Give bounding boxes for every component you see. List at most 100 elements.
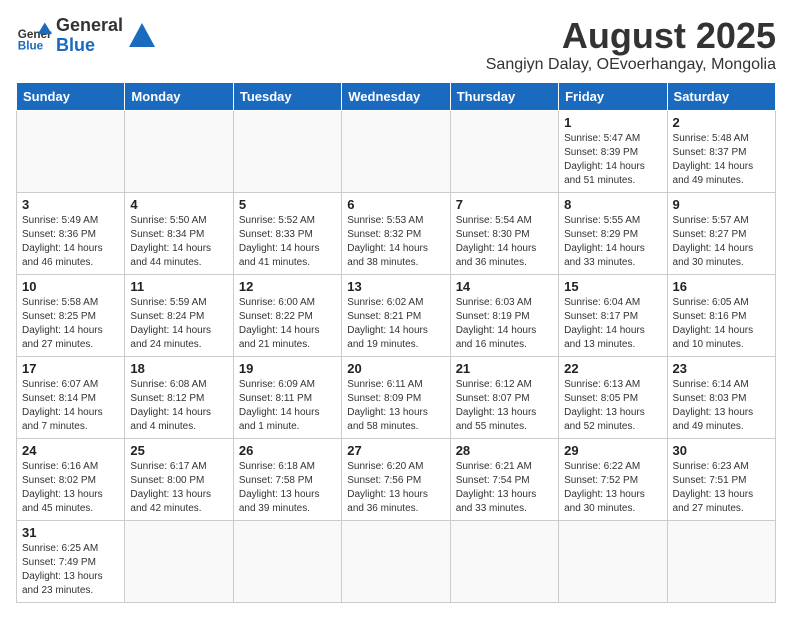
day-info: Sunrise: 6:20 AM Sunset: 7:56 PM Dayligh… [347, 460, 444, 516]
day-number: 31 [22, 525, 119, 540]
day-number: 8 [564, 197, 661, 212]
calendar-cell [667, 520, 775, 602]
day-number: 5 [239, 197, 336, 212]
logo: General Blue General Blue [16, 16, 157, 56]
calendar-cell: 20Sunrise: 6:11 AM Sunset: 8:09 PM Dayli… [342, 356, 450, 438]
day-info: Sunrise: 6:05 AM Sunset: 8:16 PM Dayligh… [673, 296, 770, 352]
day-info: Sunrise: 5:57 AM Sunset: 8:27 PM Dayligh… [673, 214, 770, 270]
week-row-4: 17Sunrise: 6:07 AM Sunset: 8:14 PM Dayli… [17, 356, 776, 438]
day-info: Sunrise: 6:21 AM Sunset: 7:54 PM Dayligh… [456, 460, 553, 516]
calendar-cell [450, 110, 558, 192]
day-number: 14 [456, 279, 553, 294]
calendar-cell: 6 Sunrise: 5:53 AM Sunset: 8:32 PM Daylig… [342, 192, 450, 274]
calendar-cell: 28 Sunrise: 6:21 AM Sunset: 7:54 PM Dayli… [450, 438, 558, 520]
day-number: 29 [564, 443, 661, 458]
calendar-cell: 10Sunrise: 5:58 AM Sunset: 8:25 PM Dayli… [17, 274, 125, 356]
day-number: 28 [456, 443, 553, 458]
svg-text:Blue: Blue [18, 39, 44, 52]
calendar-cell [125, 520, 233, 602]
calendar-cell: 22 Sunrise: 6:13 AM Sunset: 8:05 PM Dayli… [559, 356, 667, 438]
day-info: Sunrise: 5:49 AM Sunset: 8:36 PM Dayligh… [22, 214, 119, 270]
calendar-cell: 2 Sunrise: 5:48 AM Sunset: 8:37 PM Daylig… [667, 110, 775, 192]
week-row-3: 10Sunrise: 5:58 AM Sunset: 8:25 PM Dayli… [17, 274, 776, 356]
calendar-cell: 30Sunrise: 6:23 AM Sunset: 7:51 PM Dayli… [667, 438, 775, 520]
weekday-header-wednesday: Wednesday [342, 82, 450, 110]
day-number: 3 [22, 197, 119, 212]
day-number: 21 [456, 361, 553, 376]
week-row-6: 31 Sunrise: 6:25 AM Sunset: 7:49 PM Dayli… [17, 520, 776, 602]
day-info: Sunrise: 6:18 AM Sunset: 7:58 PM Dayligh… [239, 460, 336, 516]
day-info: Sunrise: 6:13 AM Sunset: 8:05 PM Dayligh… [564, 378, 661, 434]
day-info: Sunrise: 6:02 AM Sunset: 8:21 PM Dayligh… [347, 296, 444, 352]
logo-triangle-icon [127, 21, 157, 51]
calendar-cell [233, 110, 341, 192]
day-info: Sunrise: 6:12 AM Sunset: 8:07 PM Dayligh… [456, 378, 553, 434]
calendar-cell: 27 Sunrise: 6:20 AM Sunset: 7:56 PM Dayli… [342, 438, 450, 520]
calendar-cell: 25Sunrise: 6:17 AM Sunset: 8:00 PM Dayli… [125, 438, 233, 520]
day-number: 25 [130, 443, 227, 458]
calendar-cell: 23 Sunrise: 6:14 AM Sunset: 8:03 PM Dayli… [667, 356, 775, 438]
day-number: 18 [130, 361, 227, 376]
calendar-cell [125, 110, 233, 192]
day-info: Sunrise: 5:52 AM Sunset: 8:33 PM Dayligh… [239, 214, 336, 270]
day-info: Sunrise: 5:48 AM Sunset: 8:37 PM Dayligh… [673, 132, 770, 188]
calendar-cell: 12Sunrise: 6:00 AM Sunset: 8:22 PM Dayli… [233, 274, 341, 356]
day-number: 22 [564, 361, 661, 376]
day-number: 2 [673, 115, 770, 130]
calendar-table: SundayMondayTuesdayWednesdayThursdayFrid… [16, 82, 776, 603]
header: General Blue General Blue August 2025 Sa… [16, 16, 776, 74]
day-number: 27 [347, 443, 444, 458]
week-row-2: 3 Sunrise: 5:49 AM Sunset: 8:36 PM Daylig… [17, 192, 776, 274]
logo-general-text: General [56, 16, 123, 36]
day-info: Sunrise: 5:53 AM Sunset: 8:32 PM Dayligh… [347, 214, 444, 270]
calendar-cell: 19Sunrise: 6:09 AM Sunset: 8:11 PM Dayli… [233, 356, 341, 438]
day-info: Sunrise: 6:04 AM Sunset: 8:17 PM Dayligh… [564, 296, 661, 352]
day-info: Sunrise: 6:22 AM Sunset: 7:52 PM Dayligh… [564, 460, 661, 516]
calendar-cell [17, 110, 125, 192]
calendar-cell: 11Sunrise: 5:59 AM Sunset: 8:24 PM Dayli… [125, 274, 233, 356]
logo-blue-text: Blue [56, 36, 123, 56]
day-info: Sunrise: 6:23 AM Sunset: 7:51 PM Dayligh… [673, 460, 770, 516]
calendar-cell: 1Sunrise: 5:47 AM Sunset: 8:39 PM Daylig… [559, 110, 667, 192]
day-info: Sunrise: 6:08 AM Sunset: 8:12 PM Dayligh… [130, 378, 227, 434]
calendar-cell [233, 520, 341, 602]
day-info: Sunrise: 5:50 AM Sunset: 8:34 PM Dayligh… [130, 214, 227, 270]
weekday-header-saturday: Saturday [667, 82, 775, 110]
calendar-title: August 2025 [486, 16, 776, 56]
day-info: Sunrise: 6:25 AM Sunset: 7:49 PM Dayligh… [22, 542, 119, 598]
day-number: 23 [673, 361, 770, 376]
calendar-cell: 26 Sunrise: 6:18 AM Sunset: 7:58 PM Dayli… [233, 438, 341, 520]
day-number: 4 [130, 197, 227, 212]
day-number: 20 [347, 361, 444, 376]
day-number: 17 [22, 361, 119, 376]
day-info: Sunrise: 6:14 AM Sunset: 8:03 PM Dayligh… [673, 378, 770, 434]
calendar-cell [559, 520, 667, 602]
day-info: Sunrise: 5:55 AM Sunset: 8:29 PM Dayligh… [564, 214, 661, 270]
day-number: 26 [239, 443, 336, 458]
week-row-5: 24Sunrise: 6:16 AM Sunset: 8:02 PM Dayli… [17, 438, 776, 520]
day-number: 1 [564, 115, 661, 130]
day-number: 9 [673, 197, 770, 212]
calendar-cell: 8 Sunrise: 5:55 AM Sunset: 8:29 PM Daylig… [559, 192, 667, 274]
calendar-cell: 7Sunrise: 5:54 AM Sunset: 8:30 PM Daylig… [450, 192, 558, 274]
weekday-header-friday: Friday [559, 82, 667, 110]
day-number: 16 [673, 279, 770, 294]
calendar-cell [342, 520, 450, 602]
calendar-cell: 13Sunrise: 6:02 AM Sunset: 8:21 PM Dayli… [342, 274, 450, 356]
day-info: Sunrise: 6:00 AM Sunset: 8:22 PM Dayligh… [239, 296, 336, 352]
day-number: 11 [130, 279, 227, 294]
day-number: 24 [22, 443, 119, 458]
calendar-cell: 9 Sunrise: 5:57 AM Sunset: 8:27 PM Daylig… [667, 192, 775, 274]
day-number: 6 [347, 197, 444, 212]
day-number: 7 [456, 197, 553, 212]
calendar-cell: 4 Sunrise: 5:50 AM Sunset: 8:34 PM Daylig… [125, 192, 233, 274]
day-info: Sunrise: 6:03 AM Sunset: 8:19 PM Dayligh… [456, 296, 553, 352]
calendar-cell: 16 Sunrise: 6:05 AM Sunset: 8:16 PM Dayli… [667, 274, 775, 356]
calendar-cell: 14 Sunrise: 6:03 AM Sunset: 8:19 PM Dayli… [450, 274, 558, 356]
day-number: 19 [239, 361, 336, 376]
calendar-cell [450, 520, 558, 602]
day-number: 10 [22, 279, 119, 294]
calendar-subtitle: Sangiyn Dalay, OEvoerhangay, Mongolia [486, 56, 776, 74]
calendar-cell: 21 Sunrise: 6:12 AM Sunset: 8:07 PM Dayli… [450, 356, 558, 438]
calendar-cell: 24Sunrise: 6:16 AM Sunset: 8:02 PM Dayli… [17, 438, 125, 520]
